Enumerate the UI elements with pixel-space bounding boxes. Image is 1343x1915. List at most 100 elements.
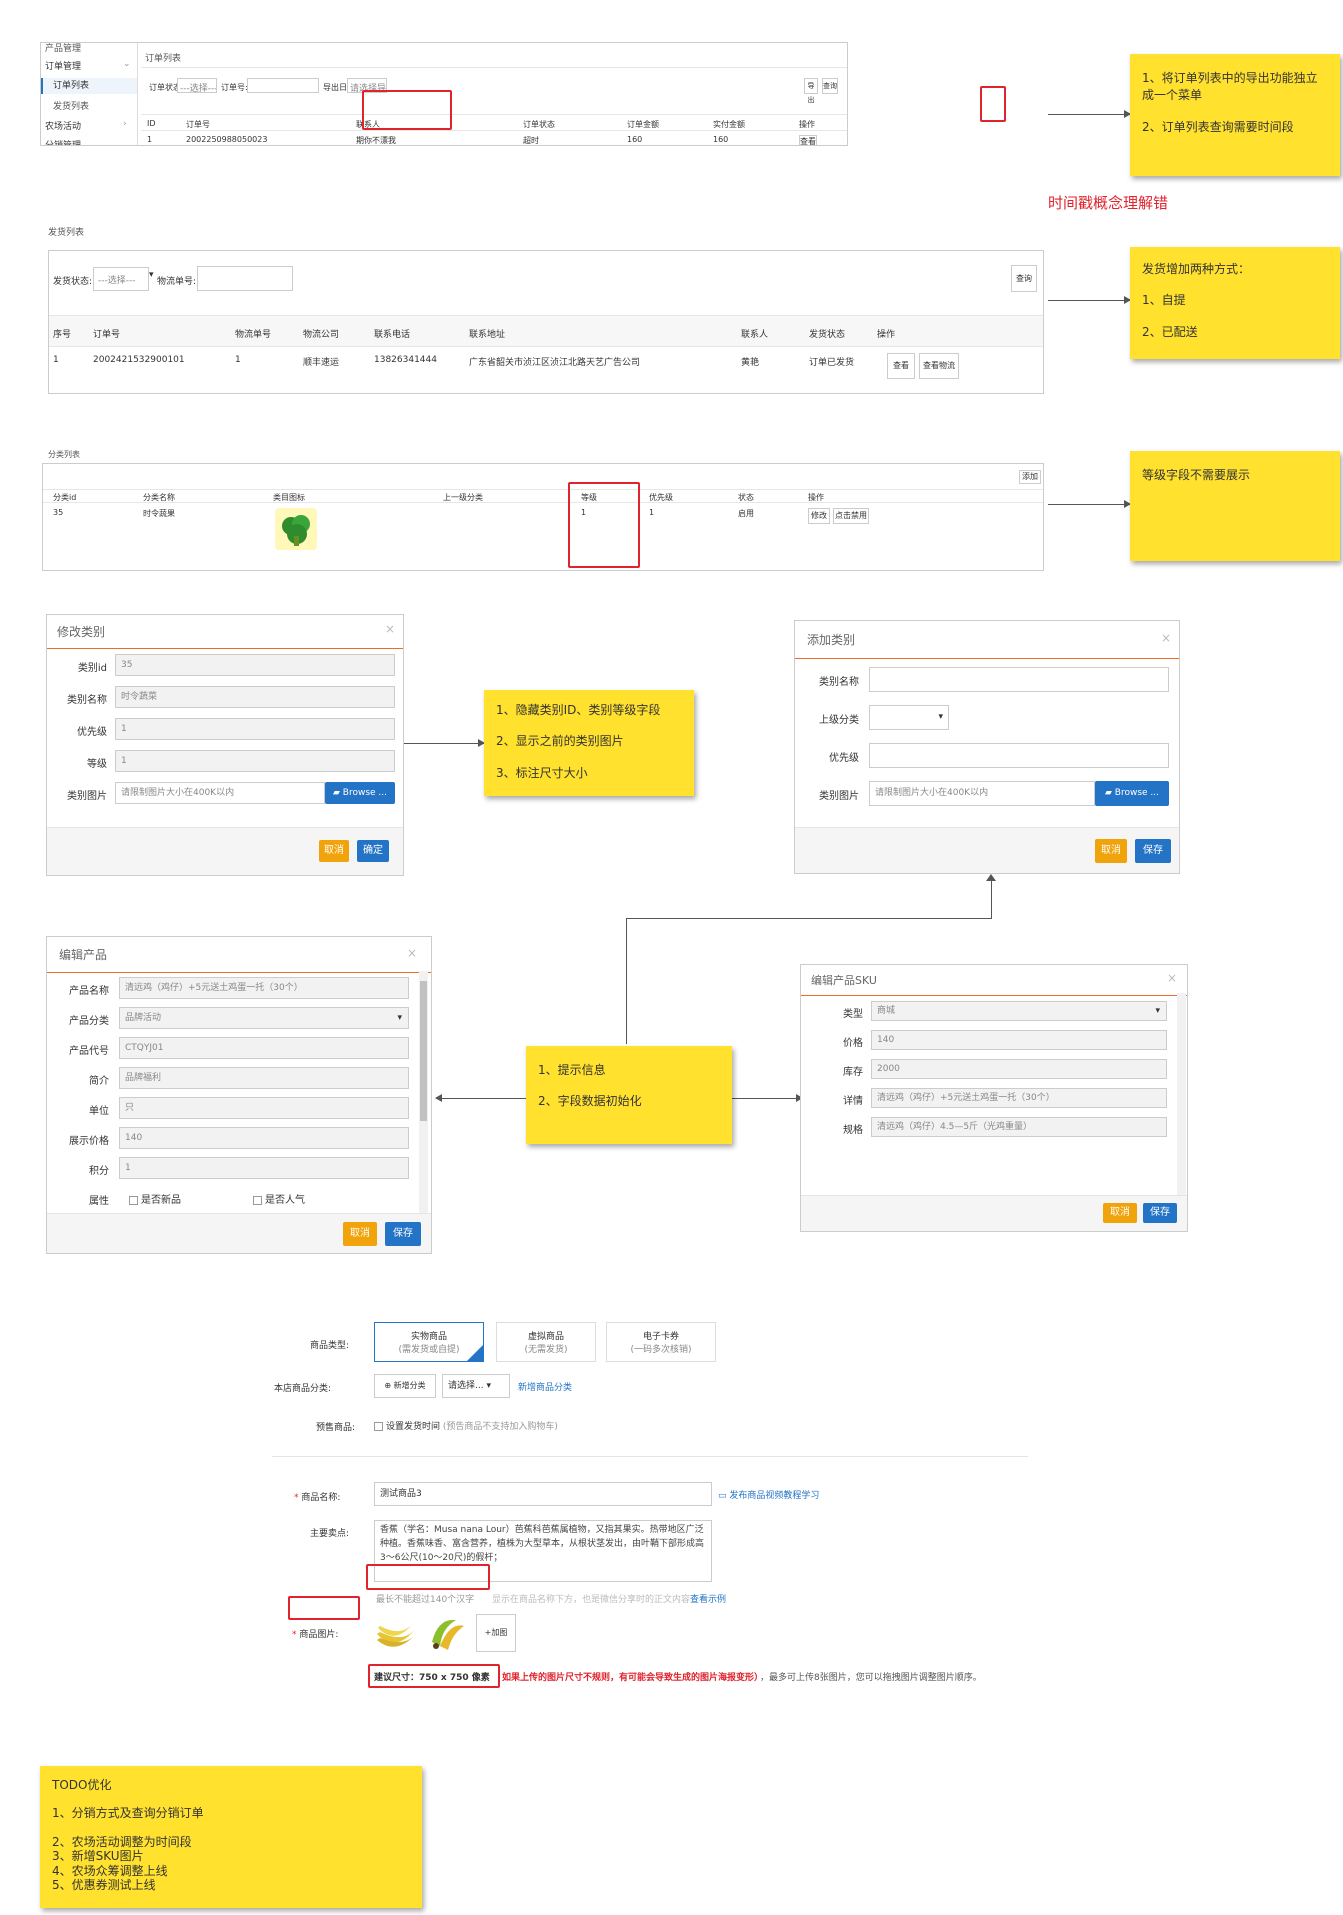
plus-icon: ⊕ — [384, 1381, 392, 1390]
col-header: 订单号 — [186, 120, 210, 129]
is-hot-checkbox[interactable]: 是否人气 — [253, 1191, 305, 1206]
col-header: 订单号 — [93, 330, 121, 340]
product-category-select[interactable]: 品牌活动 ▾ — [119, 1007, 409, 1029]
arrow-up-icon — [986, 874, 996, 881]
product-intro-field[interactable]: 品牌福利 — [119, 1067, 409, 1089]
product-image-thumb[interactable] — [426, 1612, 468, 1654]
sidebar-item-orders[interactable]: 订单管理 ⌄ — [45, 59, 131, 72]
cancel-button[interactable]: 取消 — [1103, 1203, 1137, 1223]
checkbox-icon — [374, 1422, 383, 1431]
sku-type-select[interactable]: 商城 ▾ — [871, 1001, 1167, 1021]
cancel-button[interactable]: 取消 — [319, 840, 349, 862]
col-header: 物流单号 — [235, 330, 272, 340]
note-line: 1、自提 — [1142, 293, 1186, 308]
is-new-checkbox[interactable]: 是否新品 — [129, 1191, 181, 1206]
order-status-select[interactable]: ---选择--- ▾ — [177, 78, 217, 93]
table-row: 35 时令蔬果 1 1 启用 修改 点击禁用 — [43, 504, 1043, 570]
field-label: 优先级 — [77, 727, 107, 738]
product-type-virtual[interactable]: 虚拟商品 (无需发货) — [496, 1322, 596, 1362]
add-image-button[interactable]: +加图 — [476, 1614, 516, 1652]
dialog-title: 修改类别 — [47, 615, 403, 649]
product-code-field[interactable]: CTQYJ01 — [119, 1037, 409, 1059]
table-cell: 启用 — [738, 509, 754, 518]
browse-button[interactable]: ▰ Browse ... — [325, 782, 395, 804]
level-field[interactable]: 1 — [115, 750, 395, 772]
sidebar-item-order-list[interactable]: 订单列表 — [41, 78, 137, 94]
view-order-button[interactable]: 查看 — [799, 135, 817, 145]
note-title: TODO优化 — [52, 1778, 112, 1792]
save-button[interactable]: 保存 — [1143, 1203, 1177, 1223]
close-icon[interactable]: × — [1167, 971, 1177, 985]
sku-spec-field[interactable]: 清远鸡（鸡仔）4.5—5斤（光鸡重量） — [871, 1117, 1167, 1137]
ship-status-select[interactable]: ---选择--- — [93, 267, 149, 291]
sidebar-item-distribution[interactable]: 分销管理 — [45, 138, 81, 145]
add-category-image-field[interactable]: 请限制图片大小在400K以内 — [869, 781, 1095, 806]
video-tutorial-link[interactable]: ▭ 发布商品视频教程学习 — [718, 1488, 819, 1501]
sidebar-item-products[interactable]: 产品管理 — [45, 43, 81, 54]
new-category-button[interactable]: ⊕ 新增分类 — [374, 1374, 436, 1398]
example-link[interactable]: 查看示例 — [690, 1595, 726, 1605]
sidebar-item-ship-list[interactable]: 发货列表 — [53, 99, 89, 112]
edit-category-button[interactable]: 修改 — [808, 508, 830, 524]
sidebar-item-farm[interactable]: 农场活动 › — [45, 119, 127, 132]
category-image-field[interactable]: 请限制图片大小在400K以内 — [115, 782, 325, 804]
confirm-button[interactable]: 确定 — [357, 840, 389, 862]
cancel-button[interactable]: 取消 — [343, 1222, 377, 1246]
close-icon[interactable]: × — [385, 622, 395, 636]
product-price-field[interactable]: 140 — [119, 1127, 409, 1149]
note-line: 等级字段不需要展示 — [1142, 468, 1251, 482]
disable-category-button[interactable]: 点击禁用 — [833, 508, 869, 524]
category-name-field[interactable]: 时令蔬菜 — [115, 686, 395, 708]
dialog-title: 编辑产品SKU — [801, 965, 1187, 996]
note-product: 1、提示信息 2、字段数据初始化 — [526, 1046, 732, 1144]
presale-checkbox[interactable]: 设置发货时间 (预告商品不支持加入购物车) — [374, 1419, 558, 1432]
publish-form: 商品类型: 实物商品 (需发货或自提) 虚拟商品 (无需发货) 电子卡券 (一码… — [270, 1320, 1030, 1683]
save-button[interactable]: 保存 — [385, 1222, 421, 1246]
parent-category-select[interactable]: ▾ — [869, 705, 949, 730]
product-name-input[interactable]: 测试商品3 — [374, 1482, 712, 1506]
col-header: 订单金额 — [627, 120, 659, 129]
product-image-thumb[interactable] — [374, 1614, 418, 1652]
ship-query-button[interactable]: 查询 — [1011, 265, 1037, 292]
order-no-label: 订单号: — [221, 83, 248, 92]
category-id-field: 35 — [115, 654, 395, 676]
add-category-name-input[interactable] — [869, 667, 1169, 692]
field-label: 属性 — [89, 1196, 109, 1207]
cancel-button[interactable]: 取消 — [1095, 839, 1127, 863]
product-points-field[interactable]: 1 — [119, 1157, 409, 1179]
product-unit-field[interactable]: 只 — [119, 1097, 409, 1119]
table-cell: 1 — [53, 355, 59, 365]
table-cell: 期你不漂我 — [356, 136, 396, 145]
save-button[interactable]: 保存 — [1135, 839, 1171, 863]
sku-detail-field[interactable]: 清远鸡（鸡仔）+5元送土鸡蛋一托（30个） — [871, 1088, 1167, 1108]
export-button[interactable]: 导出 — [804, 78, 818, 104]
query-button[interactable]: 查询 — [822, 78, 838, 94]
dialog-title: 添加类别 — [795, 621, 1179, 659]
note-line: 3、新增SKU图片 — [52, 1849, 144, 1864]
add-category-button[interactable]: 添加 — [1019, 470, 1041, 484]
dialog-scrollbar[interactable] — [419, 971, 428, 1213]
product-name-field[interactable]: 清远鸡（鸡仔）+5元送土鸡蛋一托（30个） — [119, 977, 409, 999]
sku-price-field[interactable]: 140 — [871, 1030, 1167, 1050]
folder-icon: ▰ — [1104, 788, 1112, 798]
add-priority-input[interactable] — [869, 743, 1169, 768]
view-logistics-button[interactable]: 查看物流 — [919, 353, 959, 379]
order-no-input[interactable] — [247, 78, 319, 93]
logistics-no-input[interactable] — [197, 266, 293, 291]
col-header: 物流公司 — [303, 330, 340, 340]
chevron-down-icon: ▾ — [149, 270, 154, 280]
sku-stock-field[interactable]: 2000 — [871, 1059, 1167, 1079]
ship-view-button[interactable]: 查看 — [887, 353, 915, 379]
new-category-link[interactable]: 新增商品分类 — [518, 1380, 572, 1393]
dialog-scrollbar[interactable] — [1177, 993, 1186, 1195]
cat-list-title: 分类列表 — [48, 450, 80, 459]
close-icon[interactable]: × — [1161, 631, 1171, 645]
close-icon[interactable]: × — [407, 946, 417, 960]
table-cell: 黄艳 — [741, 358, 760, 368]
store-category-select[interactable]: 请选择... ▾ — [442, 1374, 510, 1398]
priority-field[interactable]: 1 — [115, 718, 395, 740]
col-header: 联系地址 — [469, 330, 506, 340]
product-type-physical[interactable]: 实物商品 (需发货或自提) — [374, 1322, 484, 1362]
browse-button[interactable]: ▰ Browse ... — [1095, 781, 1169, 806]
product-type-ecard[interactable]: 电子卡券 (一码多次核销) — [606, 1322, 716, 1362]
